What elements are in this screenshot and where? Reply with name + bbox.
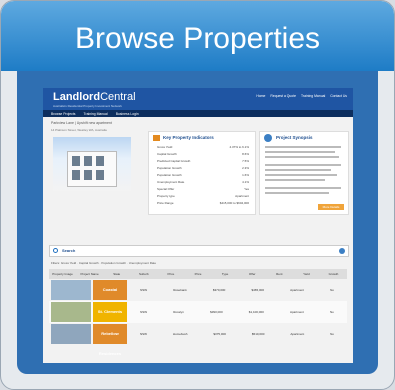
site-top-nav: Home Request a Quote Training Manual Con… [256,94,347,98]
card-title: Browse Properties [74,22,321,55]
nav-home[interactable]: Home [256,94,265,98]
row-project-name[interactable]: St. Clements [93,302,127,322]
menu-training-manual[interactable]: Training Manual [84,112,108,116]
kpi-row: Capital Growth 8.6% [157,152,249,156]
kpi-row: Population Growth 1.6% [157,173,249,177]
site-tagline: Australia's Residential Property Investm… [53,104,122,108]
table-row[interactable]: St. Clements NSW Rosslyn $390,000 $1,100,00… [49,301,347,323]
site-menu: Browse Projects Training Manual Business… [43,110,353,117]
search-icon [53,248,58,253]
card-header: Browse Properties [1,1,394,71]
table-row[interactable]: Coastal NSW Rosebank $370,000 $465,000 Apart… [49,279,347,301]
table-header: Property Image Project Name State Suburb Pr… [49,269,347,279]
info-icon [264,134,272,142]
row-project-name[interactable]: Coastal [93,280,127,300]
row-thumbnail [51,324,91,344]
kpi-row: Price Range $415,000 to $604,000 [157,201,249,205]
search-bar[interactable]: Search [49,245,349,257]
kpi-row: Unemployment Rate 4.1% [157,180,249,184]
row-thumbnail [51,302,91,322]
site-content: Parkview Lane | Upshift new apartment 14… [43,117,353,363]
kpi-row: Population Growth 2.3% [157,166,249,170]
kpi-row: Gross Yield 4.37% to 6.1% [157,145,249,149]
kpi-title: Key Property Indicators [163,135,214,140]
menu-browse-projects[interactable]: Browse Projects [51,112,76,116]
nav-contact[interactable]: Contact Us [330,94,347,98]
properties-table: Property Image Project Name State Suburb Pr… [49,269,347,356]
kpi-row: Predicted Capital Growth 7.5% [157,159,249,163]
menu-business-login[interactable]: Business Login [116,112,139,116]
table-row[interactable]: Rebellow Residences NSW Homebush $375,000 $… [49,323,347,356]
more-details-button[interactable]: More Details [318,204,344,210]
site-logo[interactable]: LandlordCentral [53,91,136,103]
row-thumbnail [51,280,91,300]
chart-icon [153,135,160,141]
synopsis-title: Project Synopsis [276,135,313,140]
nav-training-manual[interactable]: Training Manual [301,94,325,98]
browse-properties-card[interactable]: Browse Properties LandlordCentral Austra… [0,0,395,390]
key-property-indicators: Key Property Indicators Gross Yield 4.37%… [148,131,256,215]
property-address: 14 Platinum Street, Westley WA, Australi… [51,128,107,132]
property-breadcrumb: Parkview Lane | Upshift new apartment [51,121,112,125]
kpi-row: Special Offer Yes [157,187,249,191]
site-header: LandlordCentral Australia's Residential … [43,88,353,110]
expand-icon[interactable] [339,247,345,254]
kpi-row: Property type Apartment [157,194,249,198]
filter-summary: Filters: Gross Yield · Capital Growth · … [51,261,157,265]
nav-request-quote[interactable]: Request a Quote [270,94,296,98]
site-screenshot: LandlordCentral Australia's Residential … [43,88,353,363]
project-synopsis: Project Synopsis More Details [259,131,349,215]
property-photo [53,137,131,191]
search-label: Search [62,248,76,253]
row-project-name[interactable]: Rebellow Residences [93,324,127,356]
